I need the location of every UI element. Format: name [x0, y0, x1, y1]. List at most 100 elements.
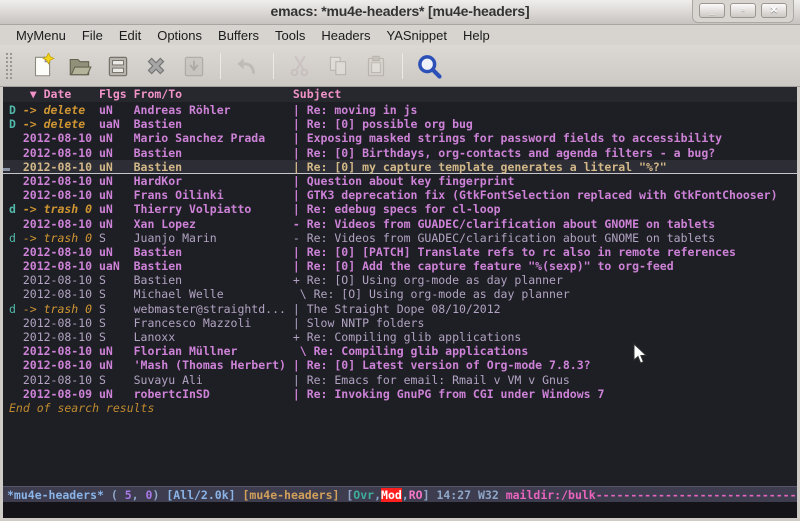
- message-row[interactable]: 2012-08-10uNHardKor| Question about key …: [3, 174, 797, 188]
- message-row[interactable]: 2012-08-10SLanoxx+ Re: Compiling glib ap…: [3, 330, 797, 344]
- message-row[interactable]: 2012-08-10uNFlorian Müllner \ Re: Compil…: [3, 344, 797, 358]
- delete-button[interactable]: [141, 51, 171, 81]
- message-row[interactable]: 2012-08-10uNXan Lopez- Re: Videos from G…: [3, 217, 797, 231]
- modeline: *mu4e-headers* ( 5, 0) [All/2.0k] [mu4e-…: [3, 486, 797, 502]
- column-header-subject[interactable]: Subject: [293, 87, 797, 102]
- message-row[interactable]: 2012-08-10uNBastien| Re: [0] Birthdays, …: [3, 146, 797, 160]
- titlebar: emacs: *mu4e-headers* [mu4e-headers] _ ▫ ✕: [0, 0, 800, 25]
- column-header-from[interactable]: From/To: [134, 87, 293, 102]
- new-file-button[interactable]: [27, 51, 57, 81]
- message-row[interactable]: d-> trash 0Swebmaster@straightd...| The …: [3, 302, 797, 316]
- message-from: Frans Oilinki: [134, 188, 293, 202]
- menu-help[interactable]: Help: [455, 26, 498, 45]
- message-subject: - Re: Videos from GUADEC/clarification a…: [293, 217, 797, 231]
- mark-flag: [9, 330, 23, 344]
- message-subject: \ Re: Compiling glib applications: [293, 344, 797, 358]
- message-row[interactable]: 2012-08-10SFrancesco Mazzoli| Slow NNTP …: [3, 316, 797, 330]
- column-header-flags[interactable]: Flgs: [99, 87, 134, 102]
- menu-edit[interactable]: Edit: [111, 26, 149, 45]
- message-row[interactable]: 2012-08-10uN'Mash (Thomas Herbert)| Re: …: [3, 358, 797, 372]
- message-row[interactable]: D-> deleteuNAndreas Röhler| Re: moving i…: [3, 103, 797, 117]
- menu-tools[interactable]: Tools: [267, 26, 313, 45]
- message-from: Bastien: [134, 245, 293, 259]
- message-date: 2012-08-10: [23, 259, 99, 273]
- echo-area[interactable]: [3, 502, 797, 518]
- message-flags: uN: [99, 358, 134, 372]
- toolbar-separator: [273, 53, 274, 79]
- menu-buffers[interactable]: Buffers: [210, 26, 267, 45]
- message-row[interactable]: 2012-08-10uNBastien| Re: [0] my capture …: [3, 160, 797, 174]
- save-button[interactable]: [103, 51, 133, 81]
- message-from: Lanoxx: [134, 330, 293, 344]
- menu-file[interactable]: File: [74, 26, 111, 45]
- message-flags: uN: [99, 131, 134, 145]
- message-from: Michael Welle: [134, 287, 293, 301]
- message-flags: S: [99, 373, 134, 387]
- maximize-button[interactable]: ▫: [730, 3, 756, 18]
- message-flags: S: [99, 316, 134, 330]
- message-subject: | Re: edebug specs for cl-loop: [293, 202, 797, 216]
- open-folder-button[interactable]: [65, 51, 95, 81]
- paste-button: [361, 51, 391, 81]
- save-icon: [105, 53, 131, 79]
- window-title: emacs: *mu4e-headers* [mu4e-headers]: [0, 3, 800, 19]
- message-date: 2012-08-10: [23, 146, 99, 160]
- modeline-segment: ,: [132, 488, 146, 502]
- message-row[interactable]: 2012-08-10SSuvayu Ali| Re: Emacs for ema…: [3, 373, 797, 387]
- menu-yasnippet[interactable]: YASnippet: [378, 26, 454, 45]
- column-header-marker: [9, 87, 23, 102]
- column-header-date[interactable]: ▼ Date: [23, 87, 99, 102]
- mark-flag: [9, 160, 23, 173]
- mark-flag: [9, 316, 23, 330]
- message-row[interactable]: D-> deleteuaNBastien| Re: [0] possible o…: [3, 117, 797, 131]
- message-row[interactable]: 2012-08-09uNrobertcInSD| Re: Invoking Gn…: [3, 387, 797, 401]
- message-row[interactable]: 2012-08-10SBastien+ Re: [O] Using org-mo…: [3, 273, 797, 287]
- message-flags: uN: [99, 202, 134, 216]
- message-flags: uaN: [99, 259, 134, 273]
- end-of-results-text: End of search results: [3, 401, 797, 415]
- message-flags: S: [99, 287, 134, 301]
- modeline-segment: RO: [409, 488, 423, 502]
- menu-headers[interactable]: Headers: [313, 26, 378, 45]
- message-row[interactable]: d-> trash 0uNThierry Volpiatto| Re: edeb…: [3, 202, 797, 216]
- minimize-button[interactable]: _: [699, 3, 725, 18]
- message-subject: | Re: [0] Latest version of Org-mode 7.8…: [293, 358, 797, 372]
- message-row[interactable]: 2012-08-10uaNBastien| Re: [0] Add the ca…: [3, 259, 797, 273]
- message-subject: | Re: Emacs for email: Rmail v VM v Gnus: [293, 373, 797, 387]
- undo-icon: [234, 53, 260, 79]
- modeline-segment: ): [152, 488, 166, 502]
- modeline-segment: ]: [423, 488, 437, 502]
- message-row[interactable]: 2012-08-10SMichael Welle \ Re: [O] Using…: [3, 287, 797, 301]
- search-icon: [415, 52, 443, 80]
- modeline-segment: 5: [125, 488, 132, 502]
- message-date: 2012-08-10: [23, 358, 99, 372]
- mark-flag: [9, 387, 23, 401]
- mark-flag: d: [9, 302, 23, 316]
- mark-flag: d: [9, 202, 23, 216]
- mu4e-headers-frame: ▼ Date Flgs From/To Subject D-> deleteuN…: [3, 87, 797, 518]
- pending-action: -> trash 0: [23, 202, 99, 216]
- menu-options[interactable]: Options: [149, 26, 210, 45]
- menu-mymenu[interactable]: MyMenu: [8, 26, 74, 45]
- message-row[interactable]: 2012-08-10uNBastien| Re: [0] [PATCH] Tra…: [3, 245, 797, 259]
- message-from: Florian Müllner: [134, 344, 293, 358]
- toolbar-grip-handle[interactable]: [5, 52, 13, 80]
- message-row[interactable]: 2012-08-10uNFrans Oilinki| GTK3 deprecat…: [3, 188, 797, 202]
- message-subject: | Re: Invoking GnuPG from CGI under Wind…: [293, 387, 797, 401]
- message-subject: | Re: [0] [PATCH] Translate refs to rc a…: [293, 245, 797, 259]
- message-date: 2012-08-09: [23, 387, 99, 401]
- search-button[interactable]: [414, 51, 444, 81]
- message-from: Mario Sanchez Prada: [134, 131, 293, 145]
- message-row[interactable]: 2012-08-10uNMario Sanchez Prada| Exposin…: [3, 131, 797, 145]
- close-button[interactable]: ✕: [761, 3, 787, 18]
- message-flags: S: [99, 330, 134, 344]
- message-row[interactable]: d-> trash 0SJuanjo Marin- Re: Videos fro…: [3, 231, 797, 245]
- message-date: 2012-08-10: [23, 287, 99, 301]
- copy-icon: [325, 53, 351, 79]
- message-subject: | GTK3 deprecation fix (GtkFontSelection…: [293, 188, 797, 202]
- mark-flag: [9, 174, 23, 188]
- message-flags: uN: [99, 217, 134, 231]
- message-subject: | Exposing masked strings for password f…: [293, 131, 797, 145]
- copy-button: [323, 51, 353, 81]
- message-date: 2012-08-10: [23, 217, 99, 231]
